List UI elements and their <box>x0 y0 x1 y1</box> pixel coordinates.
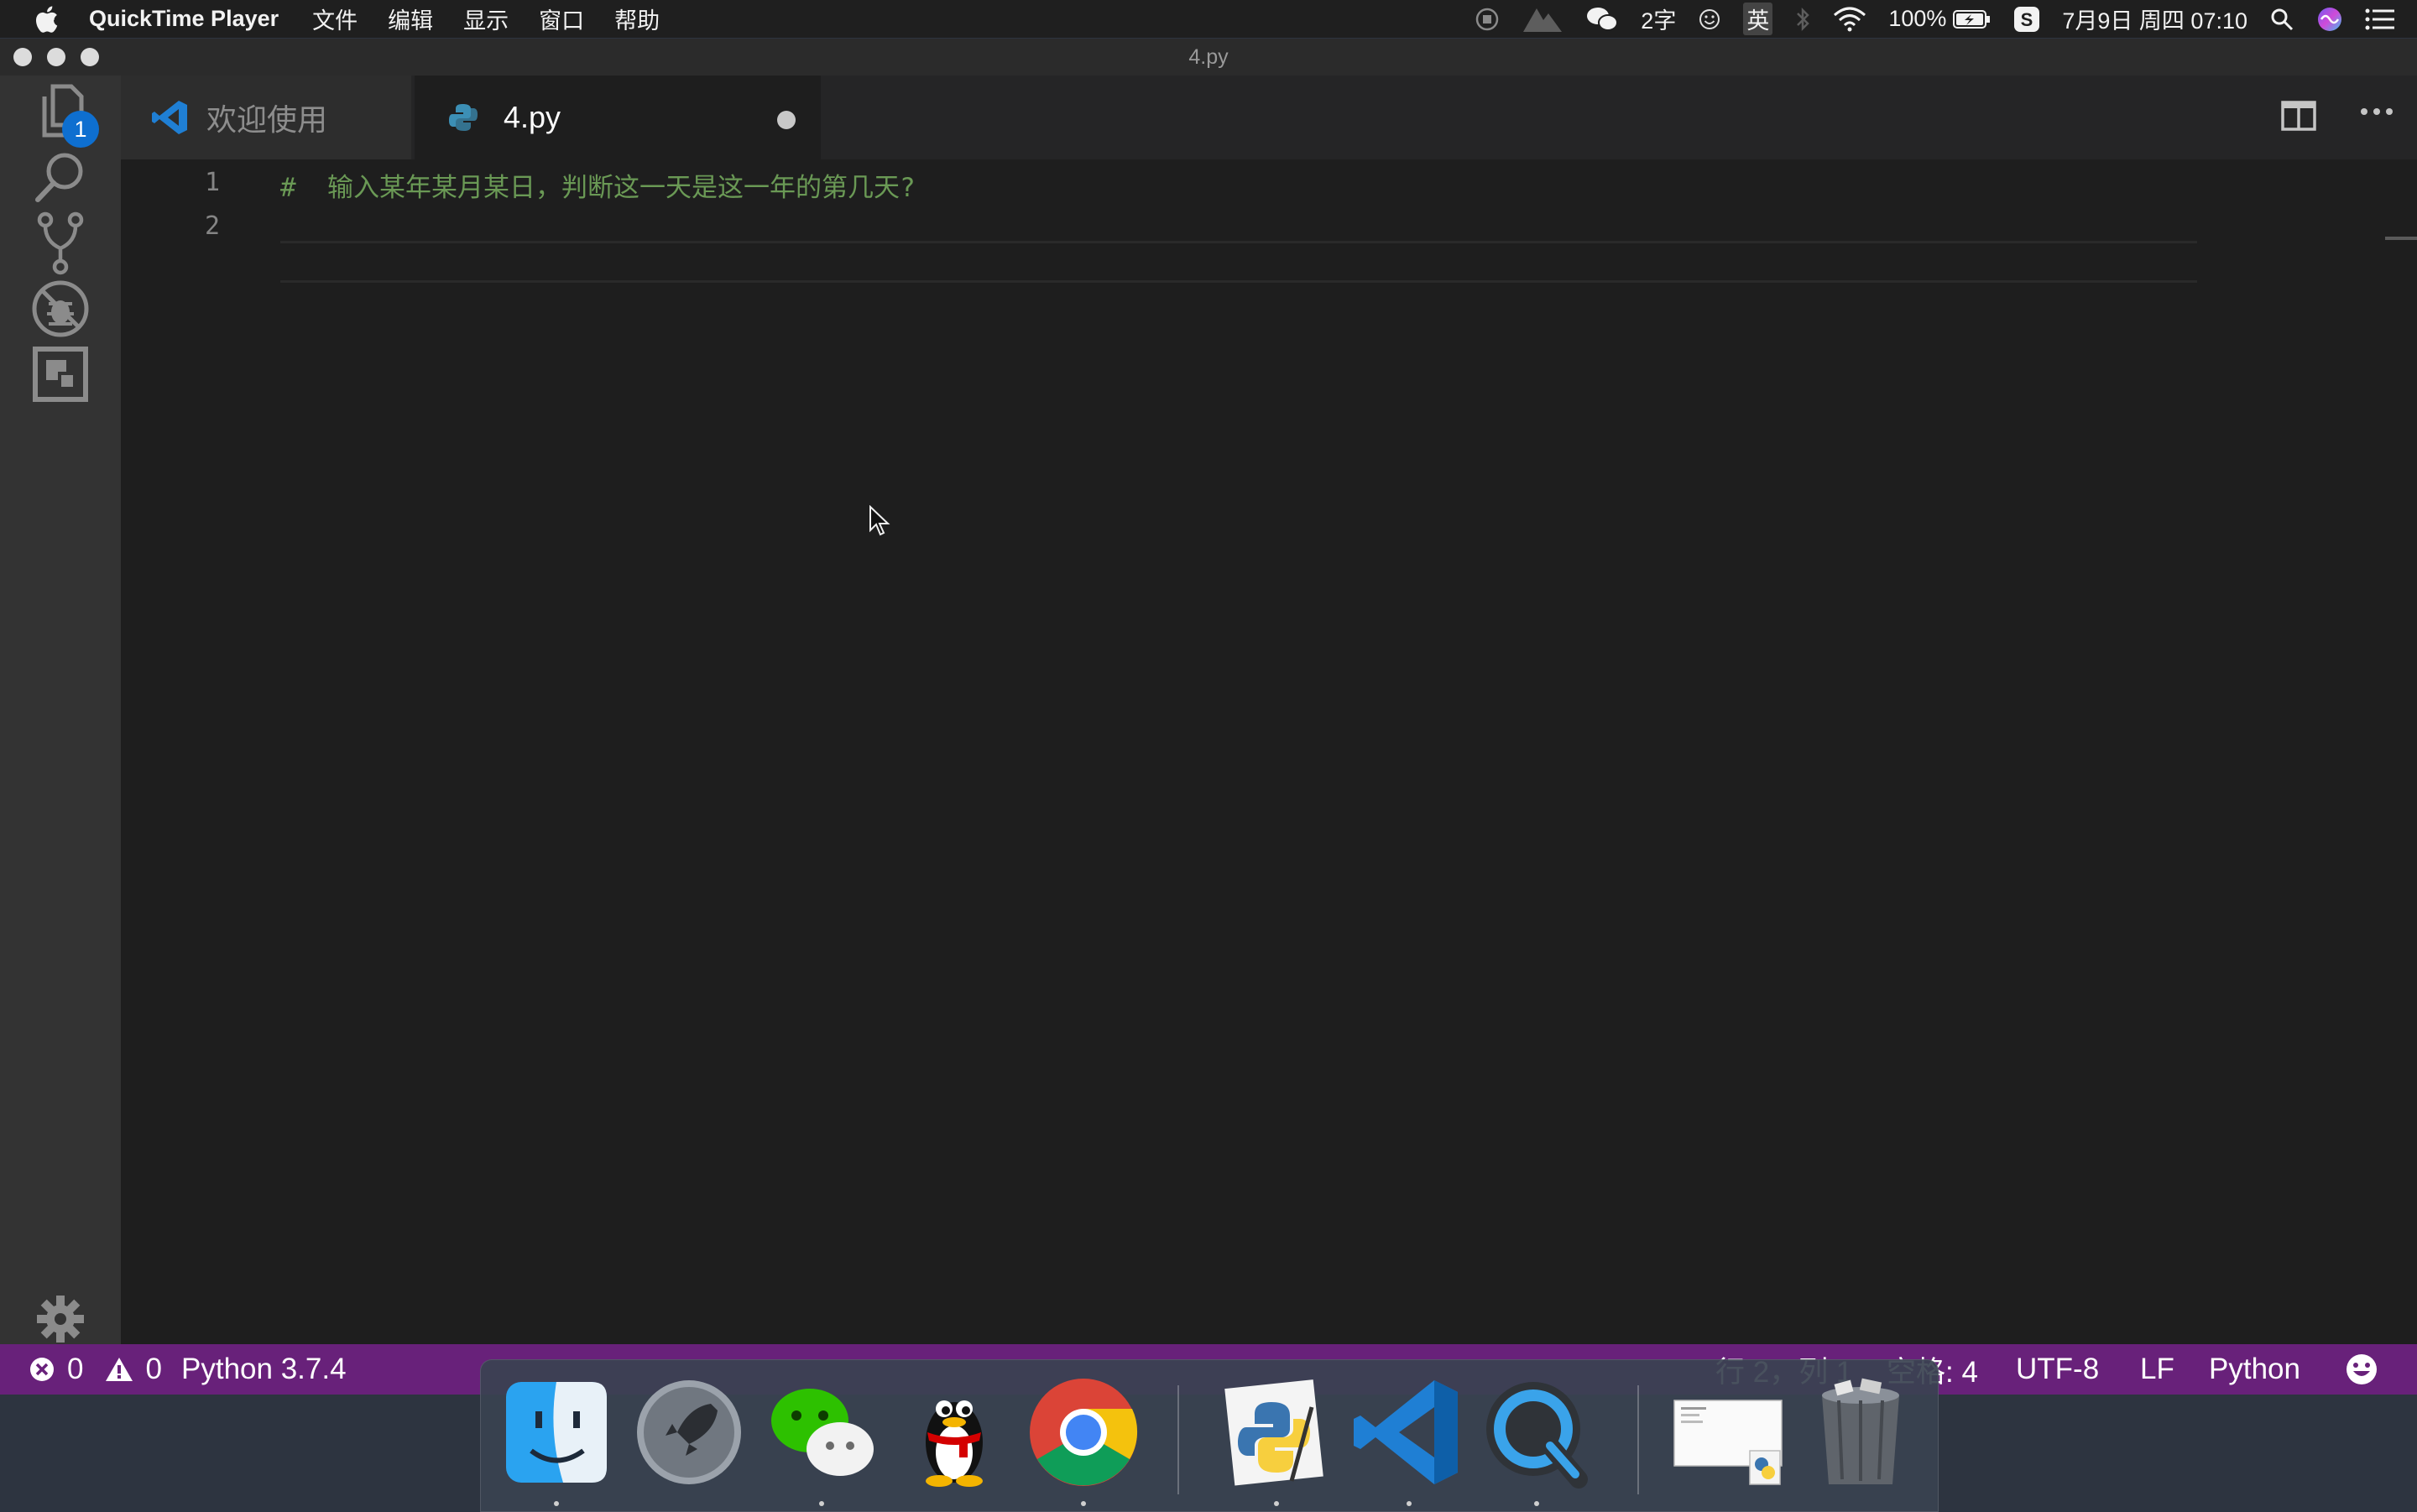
scrollbar-slider[interactable] <box>2385 237 2417 240</box>
wechat-icon[interactable] <box>763 1374 880 1491</box>
debug-icon <box>32 280 89 337</box>
debug-button[interactable] <box>25 274 96 344</box>
feedback-button[interactable] <box>2345 1344 2378 1395</box>
menu-window[interactable]: 窗口 <box>539 3 584 35</box>
apple-icon[interactable] <box>34 5 59 33</box>
warning-icon <box>106 1358 133 1381</box>
menu-bar: QuickTime Player 文件 编辑 显示 窗口 帮助 2字 英 100… <box>0 0 2417 38</box>
editor-tab-bar: 欢迎使用 4.py <box>121 76 2417 159</box>
code-editor[interactable]: 1 # 输入某年某月某日，判断这一天是这一年的第几天? 2 <box>121 159 2417 1344</box>
clock[interactable]: 7月9日 周四 07:10 <box>2062 3 2247 35</box>
error-icon <box>30 1358 54 1381</box>
battery-icon[interactable] <box>1953 9 1992 29</box>
end-of-line[interactable]: LF <box>2140 1344 2174 1395</box>
explorer-button[interactable]: 1 <box>25 76 99 148</box>
menu-edit[interactable]: 编辑 <box>388 3 433 35</box>
activity-bar: 1 <box>0 76 121 1344</box>
battery-percent[interactable]: 100% <box>1888 6 1946 32</box>
bluetooth-icon[interactable] <box>1794 7 1811 32</box>
tab-4-py[interactable]: 4.py <box>415 76 821 159</box>
sogou-icon[interactable]: S <box>2013 6 2040 33</box>
screen-record-icon[interactable] <box>1475 7 1500 32</box>
zoom-window-button[interactable] <box>81 48 99 66</box>
minimize-window-button[interactable] <box>47 48 65 66</box>
window-title: 4.py <box>1188 45 1229 69</box>
emoji-icon[interactable] <box>1698 8 1721 31</box>
ime-count[interactable]: 2字 <box>1641 3 1676 35</box>
trash-icon[interactable] <box>1802 1374 1919 1491</box>
smiley-icon <box>2347 1354 2377 1384</box>
svg-text:S: S <box>2021 9 2033 30</box>
launchpad-icon[interactable] <box>630 1374 748 1491</box>
tab-welcome[interactable]: 欢迎使用 <box>121 76 411 159</box>
problems-indicator[interactable]: 0 0 <box>29 1344 162 1395</box>
extensions-button[interactable] <box>25 339 96 409</box>
line-number: 2 <box>204 211 220 241</box>
app-name-menu[interactable]: QuickTime Player <box>89 6 279 32</box>
search-button[interactable] <box>25 142 96 212</box>
qq-icon[interactable] <box>895 1374 1013 1491</box>
chrome-icon[interactable] <box>1025 1374 1142 1491</box>
ellipsis-icon <box>2361 108 2393 115</box>
warning-count: 0 <box>145 1353 162 1385</box>
line-number: 1 <box>204 168 220 197</box>
dock-separator <box>1177 1385 1179 1494</box>
search-icon <box>35 153 83 202</box>
menu-view[interactable]: 显示 <box>463 3 509 35</box>
close-window-button[interactable] <box>13 48 32 66</box>
wifi-icon[interactable] <box>1833 7 1866 32</box>
python-file-icon <box>449 104 478 131</box>
unsaved-dot-icon[interactable] <box>777 111 796 129</box>
source-control-button[interactable] <box>25 208 96 279</box>
menu-file[interactable]: 文件 <box>312 3 358 35</box>
wechat-running-dot <box>819 1501 824 1506</box>
mouse-cursor-icon <box>869 505 890 536</box>
vscode-running-dot <box>1407 1501 1412 1506</box>
tab-4-py-label: 4.py <box>504 100 561 134</box>
vscode-window: 4.py 1 欢迎使用 4.py 1 # 输入某年某月某日，判断这一天是这一年的… <box>0 39 2417 1395</box>
window-titlebar[interactable]: 4.py <box>0 39 2417 76</box>
source-control-icon <box>37 211 84 275</box>
split-editor-button[interactable] <box>2281 101 2316 135</box>
more-actions-button[interactable] <box>2360 106 2394 121</box>
dock <box>480 1359 1939 1512</box>
quicktime-running-dot <box>1534 1501 1539 1506</box>
notification-center-icon[interactable] <box>2365 8 2395 31</box>
chrome-running-dot <box>1081 1501 1086 1506</box>
menu-help[interactable]: 帮助 <box>614 3 660 35</box>
quicktime-icon[interactable] <box>1478 1374 1595 1491</box>
document-thumbnail-icon[interactable] <box>1669 1374 1787 1491</box>
vscode-tab-icon <box>152 101 187 134</box>
extensions-icon <box>33 347 88 402</box>
python-interpreter[interactable]: Python 3.7.4 <box>181 1344 347 1395</box>
ime-language[interactable]: 英 <box>1743 3 1773 35</box>
gear-icon <box>37 1296 84 1343</box>
encoding[interactable]: UTF-8 <box>2016 1344 2099 1395</box>
finder-icon[interactable] <box>498 1374 615 1491</box>
error-count: 0 <box>67 1353 84 1385</box>
language-mode[interactable]: Python <box>2209 1344 2300 1395</box>
wechat-status-icon[interactable] <box>1585 5 1619 34</box>
finder-running-dot <box>554 1501 559 1506</box>
split-editor-icon <box>2281 101 2316 131</box>
mountain-icon[interactable] <box>1522 5 1563 34</box>
python-running-dot <box>1274 1501 1279 1506</box>
code-line[interactable]: # 输入某年某月某日，判断这一天是这一年的第几天? <box>280 166 916 204</box>
tab-welcome-label: 欢迎使用 <box>206 102 328 137</box>
python-launcher-icon[interactable] <box>1218 1374 1335 1491</box>
spotlight-search-icon[interactable] <box>2269 7 2294 32</box>
current-line-highlight <box>280 241 2197 283</box>
vscode-icon[interactable] <box>1350 1374 1468 1491</box>
dock-separator <box>1637 1385 1639 1494</box>
siri-icon[interactable] <box>2316 6 2343 33</box>
